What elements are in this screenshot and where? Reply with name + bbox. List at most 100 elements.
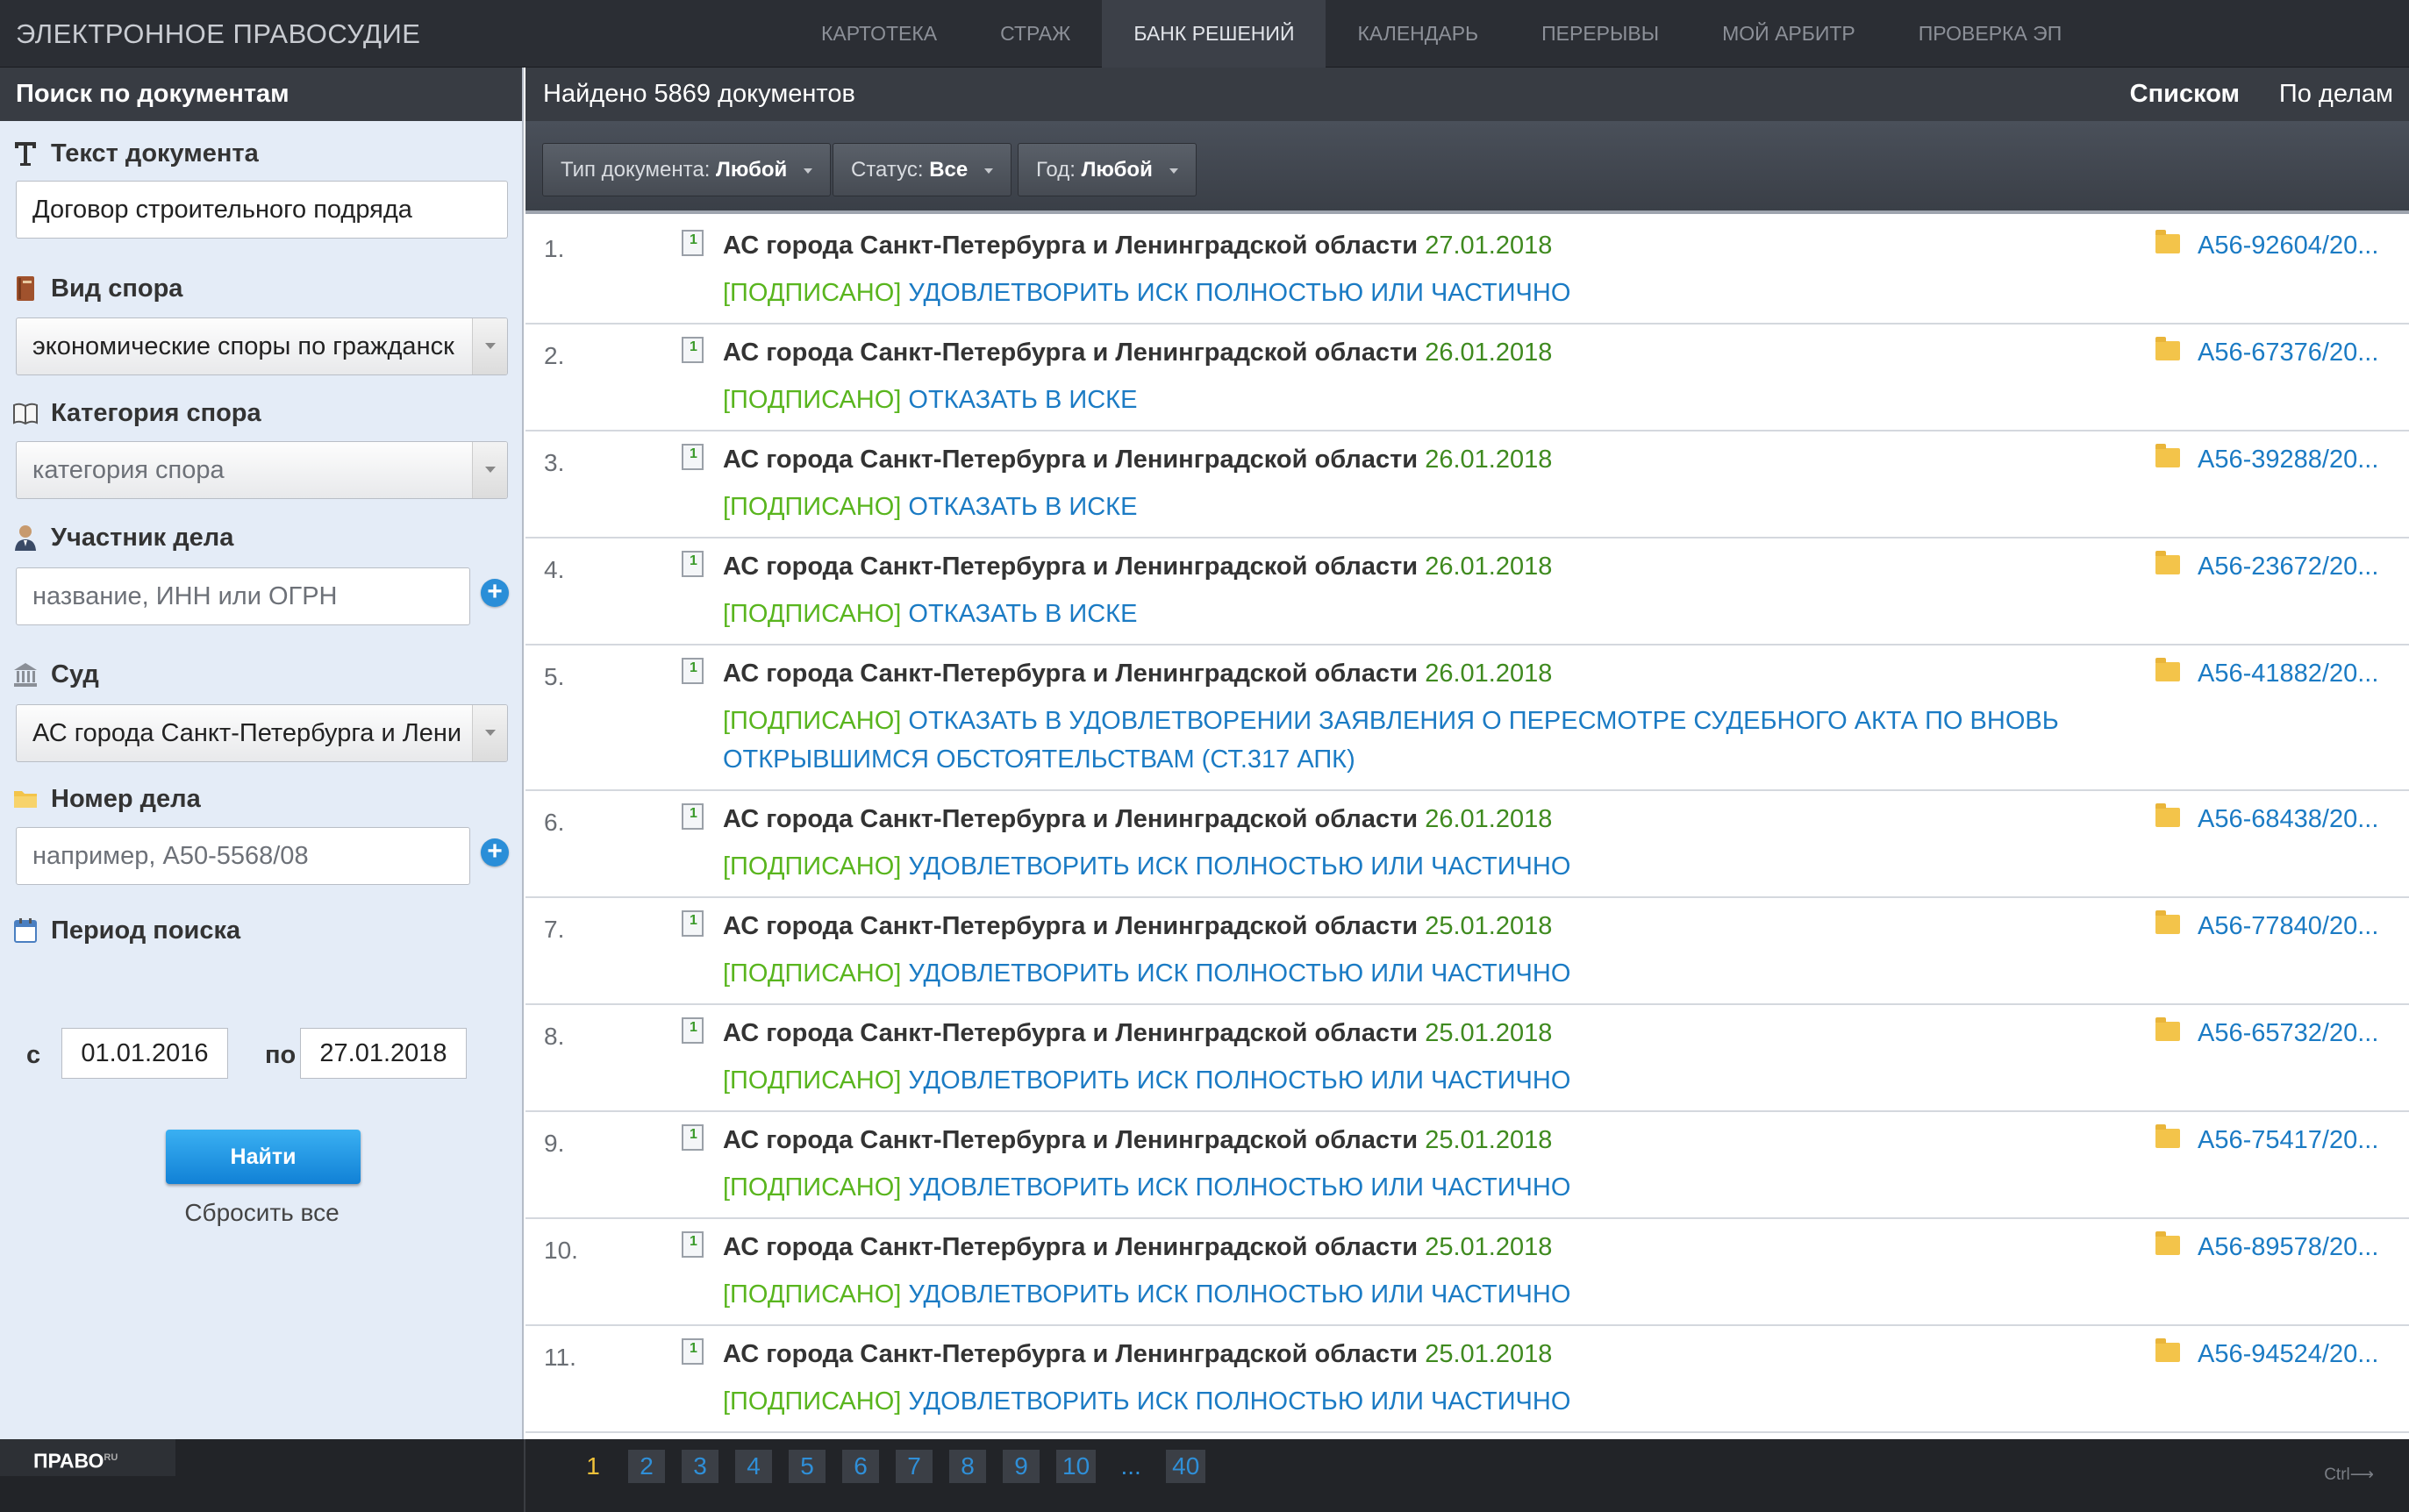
result-decision[interactable]: [ПОДПИСАНО] УДОВЛЕТВОРИТЬ ИСК ПОЛНОСТЬЮ … (723, 274, 2214, 312)
result-court[interactable]: АС города Санкт-Петербурга и Ленинградск… (723, 660, 1552, 688)
site-brand[interactable]: ЭЛЕКТРОННОЕ ПРАВОСУДИЕ (16, 0, 420, 68)
document-icon[interactable] (682, 444, 704, 470)
nav-item-check-ep[interactable]: ПРОВЕРКА ЭП (1887, 0, 2093, 68)
page-link[interactable]: 4 (735, 1450, 772, 1483)
page-link-current[interactable]: 1 (575, 1450, 611, 1483)
year-filter[interactable]: Год: Любой (1018, 143, 1197, 196)
participant-input[interactable]: название, ИНН или ОГРН (16, 567, 470, 625)
page-link-last[interactable]: 40 (1166, 1450, 1206, 1483)
result-row: 9. АС города Санкт-Петербурга и Ленингра… (525, 1112, 2409, 1219)
filter-bar: Тип документа: Любой Статус: Все Год: Лю… (525, 121, 2409, 214)
document-icon[interactable] (682, 658, 704, 684)
nav-item-calendar[interactable]: КАЛЕНДАРЬ (1326, 0, 1510, 68)
add-case-number-plus-icon[interactable]: + (481, 838, 509, 867)
result-number: 10. (544, 1237, 578, 1264)
case-number-link[interactable]: А56-89578/20... (2198, 1233, 2378, 1262)
case-number-link[interactable]: А56-94524/20... (2198, 1340, 2378, 1369)
result-court[interactable]: АС города Санкт-Петербурга и Ленинградск… (723, 232, 1552, 260)
view-by-cases-toggle[interactable]: По делам (2279, 68, 2393, 121)
sidebar-title: Поиск по документам (0, 68, 522, 121)
result-court[interactable]: АС города Санкт-Петербурга и Ленинградск… (723, 339, 1552, 367)
court-select[interactable]: АС города Санкт-Петербурга и Лени (16, 704, 508, 762)
result-decision[interactable]: [ПОДПИСАНО] УДОВЛЕТВОРИТЬ ИСК ПОЛНОСТЬЮ … (723, 1168, 2214, 1207)
period-to-input[interactable]: 27.01.2018 (300, 1028, 467, 1079)
case-number-link[interactable]: А56-39288/20... (2198, 446, 2378, 474)
case-number-link[interactable]: А56-92604/20... (2198, 232, 2378, 260)
result-court[interactable]: АС города Санкт-Петербурга и Ленинградск… (723, 446, 1552, 474)
result-date: 25.01.2018 (1425, 1340, 1553, 1368)
document-icon[interactable] (682, 337, 704, 363)
nav-item-strazh[interactable]: СТРАЖ (969, 0, 1102, 68)
page-ellipsis[interactable]: ... (1112, 1450, 1149, 1483)
dispute-type-label: Вид спора (51, 274, 183, 303)
page-link[interactable]: 10 (1056, 1450, 1097, 1483)
dropdown-arrow-icon[interactable] (472, 442, 507, 498)
folder-icon (2155, 551, 2180, 574)
document-icon[interactable] (682, 551, 704, 577)
nav-item-breaks[interactable]: ПЕРЕРЫВЫ (1510, 0, 1691, 68)
status-filter[interactable]: Статус: Все (833, 143, 1011, 196)
result-status: [ПОДПИСАНО] (723, 1066, 902, 1095)
case-number-link[interactable]: А56-77840/20... (2198, 912, 2378, 941)
result-date: 26.01.2018 (1425, 660, 1553, 688)
result-decision[interactable]: [ПОДПИСАНО] ОТКАЗАТЬ В УДОВЛЕТВОРЕНИИ ЗА… (723, 702, 2214, 779)
result-court[interactable]: АС города Санкт-Петербурга и Ленинградск… (723, 1340, 1552, 1369)
dropdown-arrow-icon[interactable] (472, 318, 507, 374)
result-number: 3. (544, 449, 565, 476)
page-link[interactable]: 3 (682, 1450, 718, 1483)
reset-all-link[interactable]: Сбросить все (0, 1199, 524, 1227)
result-decision[interactable]: [ПОДПИСАНО] ОТКАЗАТЬ В ИСКЕ (723, 488, 2214, 526)
page-link[interactable]: 8 (949, 1450, 986, 1483)
result-court[interactable]: АС города Санкт-Петербурга и Ленинградск… (723, 805, 1552, 834)
top-bar: ЭЛЕКТРОННОЕ ПРАВОСУДИЕ КАРТОТЕКА СТРАЖ Б… (0, 0, 2409, 68)
case-number-link[interactable]: А56-67376/20... (2198, 339, 2378, 367)
case-number-input[interactable]: например, А50-5568/08 (16, 827, 470, 885)
result-court[interactable]: АС города Санкт-Петербурга и Ленинградск… (723, 912, 1552, 941)
result-court[interactable]: АС города Санкт-Петербурга и Ленинградск… (723, 1019, 1552, 1048)
doc-type-filter[interactable]: Тип документа: Любой (542, 143, 831, 196)
result-decision[interactable]: [ПОДПИСАНО] ОТКАЗАТЬ В ИСКЕ (723, 381, 2214, 419)
footer-divider (524, 1439, 525, 1512)
result-court[interactable]: АС города Санкт-Петербурга и Ленинградск… (723, 553, 1552, 581)
document-icon[interactable] (682, 1017, 704, 1044)
result-decision[interactable]: [ПОДПИСАНО] ОТКАЗАТЬ В ИСКЕ (723, 595, 2214, 633)
page-link[interactable]: 5 (789, 1450, 826, 1483)
case-number-link[interactable]: А56-41882/20... (2198, 660, 2378, 688)
participant-label: Участник дела (51, 523, 234, 552)
result-decision[interactable]: [ПОДПИСАНО] УДОВЛЕТВОРИТЬ ИСК ПОЛНОСТЬЮ … (723, 847, 2214, 886)
find-button[interactable]: Найти (166, 1130, 361, 1184)
calendar-icon (12, 916, 39, 945)
add-participant-plus-icon[interactable]: + (481, 579, 509, 607)
document-icon[interactable] (682, 1231, 704, 1258)
document-icon[interactable] (682, 1338, 704, 1365)
case-number-link[interactable]: А56-75417/20... (2198, 1126, 2378, 1155)
result-decision[interactable]: [ПОДПИСАНО] УДОВЛЕТВОРИТЬ ИСК ПОЛНОСТЬЮ … (723, 1382, 2214, 1421)
book-icon (12, 274, 39, 303)
nav-item-my-arbitr[interactable]: МОЙ АРБИТР (1691, 0, 1887, 68)
category-select[interactable]: категория спора (16, 441, 508, 499)
case-number-link[interactable]: А56-23672/20... (2198, 553, 2378, 581)
dropdown-arrow-icon[interactable] (472, 705, 507, 761)
document-text-input[interactable]: Договор строительного подряда (16, 181, 508, 239)
document-icon[interactable] (682, 803, 704, 830)
document-icon[interactable] (682, 1124, 704, 1151)
result-court[interactable]: АС города Санкт-Петербурга и Ленинградск… (723, 1233, 1552, 1262)
document-icon[interactable] (682, 910, 704, 937)
result-court[interactable]: АС города Санкт-Петербурга и Ленинградск… (723, 1126, 1552, 1155)
result-decision[interactable]: [ПОДПИСАНО] УДОВЛЕТВОРИТЬ ИСК ПОЛНОСТЬЮ … (723, 1061, 2214, 1100)
case-number-link[interactable]: А56-68438/20... (2198, 805, 2378, 834)
view-list-toggle[interactable]: Списком (2130, 68, 2240, 121)
dispute-type-select[interactable]: экономические споры по гражданск (16, 317, 508, 375)
period-from-input[interactable]: 01.01.2016 (61, 1028, 228, 1079)
nav-item-kartoteka[interactable]: КАРТОТЕКА (790, 0, 969, 68)
page-link[interactable]: 9 (1003, 1450, 1040, 1483)
pravo-logo[interactable]: ПРАВОRU (0, 1439, 175, 1476)
page-link[interactable]: 6 (842, 1450, 879, 1483)
page-link[interactable]: 7 (896, 1450, 933, 1483)
result-decision[interactable]: [ПОДПИСАНО] УДОВЛЕТВОРИТЬ ИСК ПОЛНОСТЬЮ … (723, 954, 2214, 993)
page-link[interactable]: 2 (628, 1450, 665, 1483)
case-number-link[interactable]: А56-65732/20... (2198, 1019, 2378, 1048)
result-decision[interactable]: [ПОДПИСАНО] УДОВЛЕТВОРИТЬ ИСК ПОЛНОСТЬЮ … (723, 1275, 2214, 1314)
nav-item-bank-resheniy[interactable]: БАНК РЕШЕНИЙ (1102, 0, 1326, 68)
document-icon[interactable] (682, 230, 704, 256)
